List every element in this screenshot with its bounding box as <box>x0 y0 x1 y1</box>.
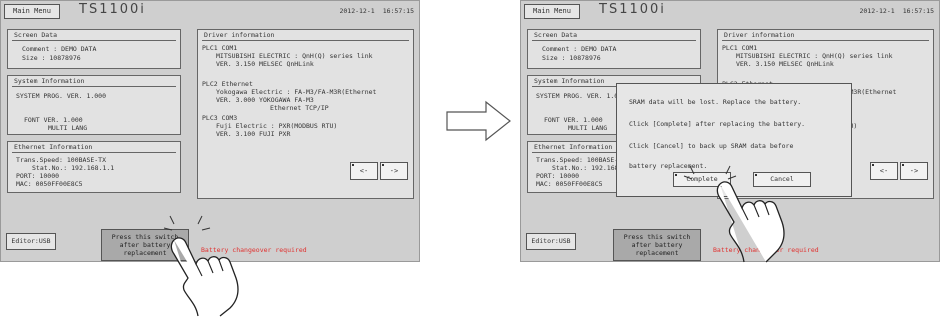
plc1-heading: PLC1 COM1 <box>202 44 238 52</box>
replace-label-1: Press this switch <box>623 233 691 241</box>
plc1-version: VER. 3.150 MELSEC QnHLink <box>736 60 834 68</box>
plc3-driver: Fuji Electric : PXR(MODBUS RTU) <box>216 122 338 130</box>
port-text: PORT: 10000 <box>536 172 580 180</box>
mac-text: MAC: 0050FF00E8C5 <box>536 180 603 188</box>
ethernet-info-title: Ethernet Information <box>12 143 176 153</box>
system-prog-text: SYSTEM PROG. VER. 1.000 <box>536 92 627 100</box>
time-text: 16:57:15 <box>902 7 934 15</box>
screen-data-title: Screen Data <box>12 31 176 41</box>
next-label: -> <box>389 167 399 175</box>
plc1-driver: MITSUBISHI ELECTRIC : QnH(Q) series link <box>736 52 893 60</box>
header-bar: Main Menu TS1100i 2012-12-1 16:57:15 <box>521 1 939 21</box>
mac-text: MAC: 0050FF00E8C5 <box>16 180 83 188</box>
size-text: Size : 10878976 <box>542 54 601 62</box>
plc3-heading: PLC3 COM3 <box>202 114 238 122</box>
dialog-line-1: SRAM data will be lost. Replace the batt… <box>629 98 802 106</box>
plc2-protocol: Ethernet TCP/IP <box>270 104 329 112</box>
replace-label-2: after battery <box>631 241 683 249</box>
plc2-heading: PLC2 Ethernet <box>202 80 253 88</box>
right-arrow-icon <box>446 100 511 142</box>
font-version-text: FONT VER. 1.000 <box>24 116 83 124</box>
main-menu-button[interactable]: Main Menu <box>4 4 60 19</box>
screen-data-title: Screen Data <box>532 31 696 41</box>
prev-label: <- <box>359 167 369 175</box>
clock: 2012-12-1 16:57:15 <box>859 7 934 15</box>
prev-page-button[interactable]: <- <box>870 162 898 180</box>
dialog-line-2: Click [Complete] after replacing the bat… <box>629 120 806 128</box>
font-version-text: FONT VER. 1.000 <box>544 116 603 124</box>
system-info-panel: System Information SYSTEM PROG. VER. 1.0… <box>7 75 181 135</box>
plc2-driver: Yokogawa Electric : FA-M3/FA-M3R(Etherne… <box>216 88 377 96</box>
model-name: TS1100i <box>599 2 666 17</box>
system-prog-text: SYSTEM PROG. VER. 1.000 <box>16 92 107 100</box>
battery-replaced-button[interactable]: Press this switch after battery replacem… <box>613 229 701 261</box>
screen-data-panel: Screen Data Comment : DEMO DATA Size : 1… <box>527 29 701 69</box>
prev-label: <- <box>879 167 889 175</box>
port-text: PORT: 10000 <box>16 172 60 180</box>
trans-speed-text: Trans.Speed: 100BASE-TX <box>536 156 627 164</box>
comment-text: Comment : DEMO DATA <box>542 45 617 53</box>
multi-lang-text: MULTI LANG <box>48 124 88 132</box>
editor-usb-button[interactable]: Editor:USB <box>6 233 56 250</box>
size-text: Size : 10878976 <box>22 54 81 62</box>
driver-info-panel: Driver information PLC1 COM1 MITSUBISHI … <box>197 29 414 199</box>
date-text: 2012-12-1 <box>339 7 375 15</box>
editor-usb-button[interactable]: Editor:USB <box>526 233 576 250</box>
multi-lang-text: MULTI LANG <box>568 124 608 132</box>
hand-pointer-icon <box>170 237 239 317</box>
header-bar: Main Menu TS1100i 2012-12-1 16:57:15 <box>1 1 419 21</box>
replace-label-3: replacement <box>635 249 679 257</box>
plc3-version: VER. 3.100 FUJI PXR <box>216 130 291 138</box>
plc1-version: VER. 3.150 MELSEC QnHLink <box>216 60 314 68</box>
dialog-line-3: Click [Cancel] to back up SRAM data befo… <box>629 142 794 150</box>
trans-speed-text: Trans.Speed: 100BASE-TX <box>16 156 107 164</box>
plc2-version: VER. 3.000 YOKOGAWA FA-M3 <box>216 96 314 104</box>
driver-info-title: Driver information <box>722 31 929 41</box>
next-page-button[interactable]: -> <box>900 162 928 180</box>
prev-page-button[interactable]: <- <box>350 162 378 180</box>
date-text: 2012-12-1 <box>859 7 895 15</box>
clock: 2012-12-1 16:57:15 <box>339 7 414 15</box>
plc1-driver: MITSUBISHI ELECTRIC : QnH(Q) series link <box>216 52 373 60</box>
next-label: -> <box>909 167 919 175</box>
time-text: 16:57:15 <box>382 7 414 15</box>
screen-data-panel: Screen Data Comment : DEMO DATA Size : 1… <box>7 29 181 69</box>
system-info-title: System Information <box>12 77 176 87</box>
comment-text: Comment : DEMO DATA <box>22 45 97 53</box>
plc1-heading: PLC1 COM1 <box>722 44 758 52</box>
station-no-text: Stat.No.: 192.168.1.1 <box>32 164 115 172</box>
main-menu-button[interactable]: Main Menu <box>524 4 580 19</box>
hand-pointer-icon <box>716 181 785 263</box>
ethernet-info-panel: Ethernet Information Trans.Speed: 100BAS… <box>7 141 181 193</box>
driver-info-title: Driver information <box>202 31 409 41</box>
model-name: TS1100i <box>79 2 146 17</box>
next-page-button[interactable]: -> <box>380 162 408 180</box>
